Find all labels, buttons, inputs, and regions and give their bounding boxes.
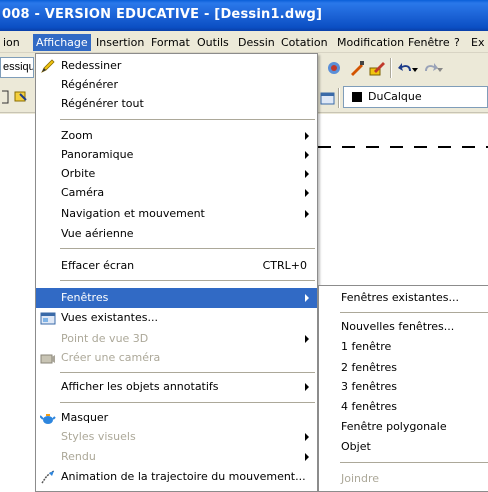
affichage-dropdown-menu: Redessiner Régénérer Régénérer tout Zoom…	[35, 53, 318, 492]
menu-outils[interactable]: Outils	[194, 34, 232, 51]
color-swatch	[352, 92, 362, 102]
submenu-arrow-icon	[305, 335, 309, 343]
views-icon	[40, 312, 56, 325]
menu-divider	[60, 248, 315, 249]
window-title: 008 - VERSION EDUCATIVE - [Dessin1.dwg]	[2, 7, 323, 22]
submenu-item-fenetre-polygonale[interactable]: Fenêtre polygonale	[319, 417, 488, 437]
dashed-line	[318, 146, 488, 148]
submenu-arrow-icon	[305, 453, 309, 461]
menu-item-panoramique[interactable]: Panoramique	[36, 145, 317, 165]
menu-divider	[60, 119, 315, 120]
menu-divider	[60, 372, 315, 373]
menu-affichage[interactable]: Affichage	[33, 34, 91, 51]
submenu-item-fenetres-existantes[interactable]: Fenêtres existantes...	[319, 288, 488, 308]
menu-divider	[340, 312, 488, 313]
menu-item-zoom[interactable]: Zoom	[36, 126, 317, 146]
menu-item-orbite[interactable]: Orbite	[36, 164, 317, 184]
text-style-combo[interactable]: essiqu	[0, 57, 34, 78]
submenu-item-joindre[interactable]: Joindre	[319, 469, 488, 489]
menu-item-animation[interactable]: Animation de la trajectoire du mouvement…	[36, 467, 317, 487]
menu-item-effacer-ecran[interactable]: Effacer écran CTRL+0	[36, 256, 317, 276]
menu-item-masquer[interactable]: Masquer	[36, 408, 317, 428]
menu-item-vues-existantes[interactable]: Vues existantes...	[36, 308, 317, 328]
menu-item-fenetres[interactable]: Fenêtres	[36, 288, 317, 308]
menu-item-regenerer-tout[interactable]: Régénérer tout	[36, 94, 317, 114]
submenu-arrow-icon	[305, 189, 309, 197]
menu-divider	[60, 280, 315, 281]
toolbar-separator	[390, 58, 392, 78]
submenu-arrow-icon	[305, 132, 309, 140]
submenu-arrow-icon	[305, 383, 309, 391]
menu-item-rendu[interactable]: Rendu	[36, 447, 317, 467]
redo-dropdown-icon[interactable]	[436, 61, 444, 79]
menu-item-afficher-annotatifs[interactable]: Afficher les objets annotatifs	[36, 377, 317, 397]
submenu-item-1-fenetre[interactable]: 1 fenêtre	[319, 337, 488, 357]
fenetres-submenu: Fenêtres existantes... Nouvelles fenêtre…	[318, 285, 488, 492]
submenu-item-4-fenetres[interactable]: 4 fenêtres	[319, 397, 488, 417]
pencil-icon	[41, 59, 55, 73]
toolbar-separator	[338, 88, 340, 108]
color-control-combo[interactable]: DuCalque	[343, 86, 488, 108]
menu-item-creer-camera[interactable]: Créer une caméra	[36, 348, 317, 368]
menu-dessin[interactable]: Dessin	[235, 34, 278, 51]
menu-item-styles-visuels[interactable]: Styles visuels	[36, 427, 317, 447]
menu-item-navigation[interactable]: Navigation et mouvement	[36, 204, 317, 224]
menu-help[interactable]: ?	[451, 34, 463, 51]
submenu-arrow-icon	[305, 294, 309, 302]
title-bar: 008 - VERSION EDUCATIVE - [Dessin1.dwg]	[0, 0, 488, 31]
teapot-icon	[40, 414, 56, 424]
shortcut-label: CTRL+0	[262, 259, 307, 272]
menu-item-camera[interactable]: Caméra	[36, 183, 317, 203]
motion-path-icon	[41, 470, 55, 484]
menu-insertion[interactable]: Insertion	[93, 34, 147, 51]
menu-divider	[340, 462, 488, 463]
submenu-item-3-fenetres[interactable]: 3 fenêtres	[319, 377, 488, 397]
menu-fenetre[interactable]: Fenêtre	[405, 34, 453, 51]
submenu-item-nouvelles-fenetres[interactable]: Nouvelles fenêtres...	[319, 317, 488, 337]
submenu-arrow-icon	[305, 170, 309, 178]
bracket-icon	[2, 90, 9, 104]
color-control-value: DuCalque	[368, 90, 422, 103]
submenu-arrow-icon	[305, 433, 309, 441]
menu-express[interactable]: Ex	[468, 34, 487, 51]
layer-previous-icon[interactable]	[319, 89, 337, 107]
submenu-arrow-icon	[305, 210, 309, 218]
menu-bar: ion Affichage Insertion Format Outils De…	[0, 31, 488, 53]
submenu-item-objet[interactable]: Objet	[319, 437, 488, 457]
submenu-arrow-icon	[305, 151, 309, 159]
camera-icon	[40, 354, 55, 364]
layer-tool-icon[interactable]	[12, 88, 30, 106]
menu-item-point-de-vue-3d[interactable]: Point de vue 3D	[36, 329, 317, 349]
menu-item-redessiner[interactable]: Redessiner	[36, 56, 317, 76]
menu-format[interactable]: Format	[148, 34, 193, 51]
menu-cotation[interactable]: Cotation	[278, 34, 331, 51]
menu-item-vue-aerienne[interactable]: Vue aérienne	[36, 224, 317, 244]
menu-insertion-partial[interactable]: ion	[0, 34, 23, 51]
menu-modification[interactable]: Modification	[334, 34, 407, 51]
menu-divider	[60, 402, 315, 403]
edit-properties-icon[interactable]	[368, 59, 386, 77]
orbit-icon[interactable]	[325, 59, 343, 77]
menu-item-regenerer[interactable]: Régénérer	[36, 75, 317, 95]
match-properties-icon[interactable]	[348, 59, 366, 77]
undo-dropdown-icon[interactable]	[411, 61, 419, 79]
submenu-item-2-fenetres[interactable]: 2 fenêtres	[319, 358, 488, 378]
